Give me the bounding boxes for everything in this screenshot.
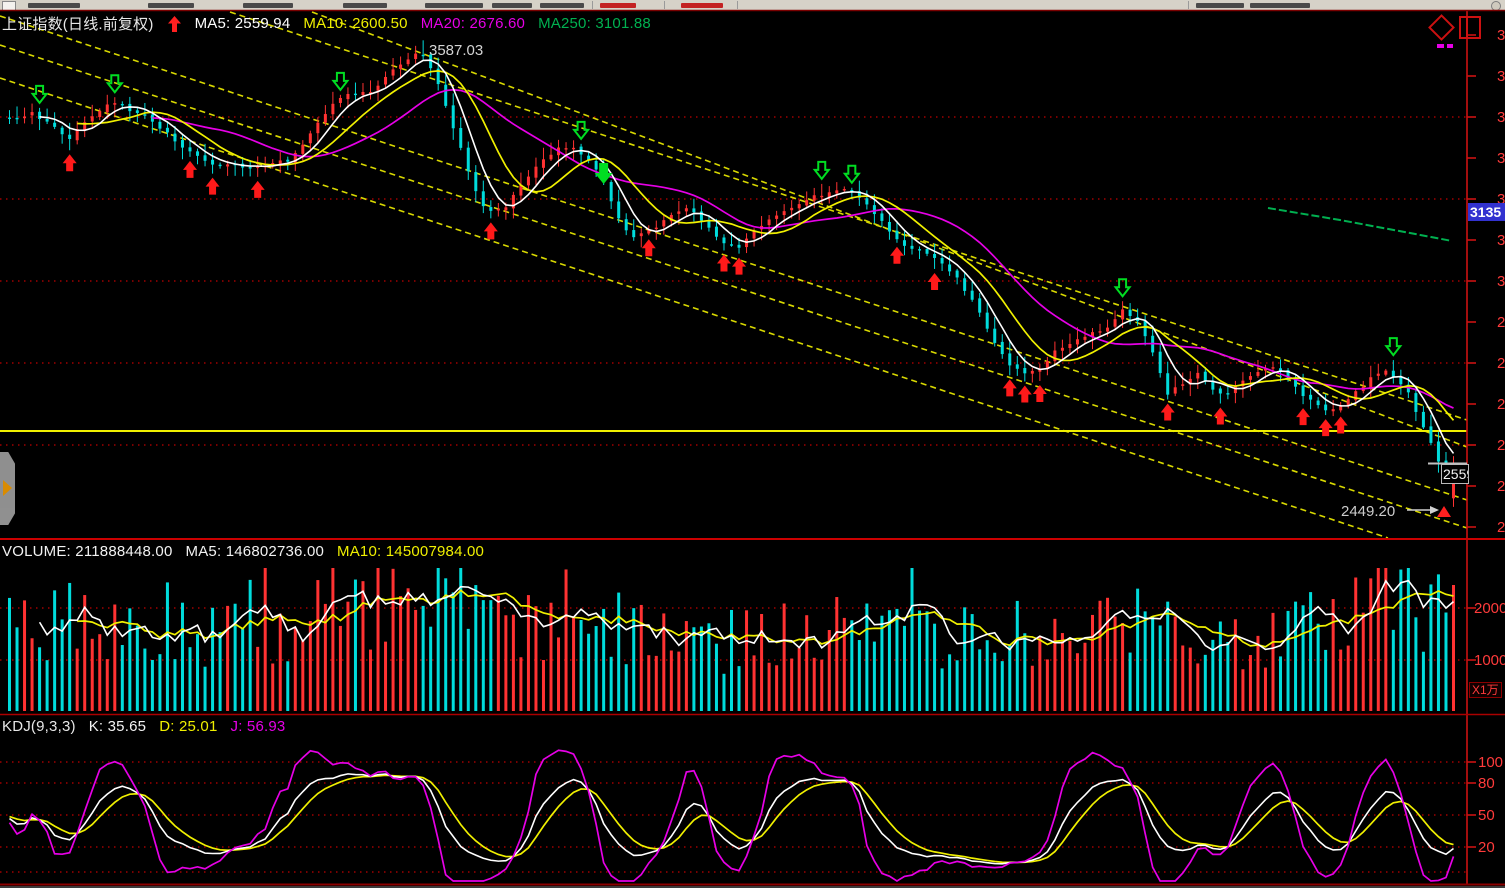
axis-label: 3400 [1497,109,1505,126]
sell-signal-arrow [33,86,47,103]
peak-price-annotation: 3587.03 [429,42,483,59]
main-panel [0,12,1467,538]
main-chart-header: 上证指数(日线.前复权) MA5: 2559.94MA10: 2600.50MA… [2,13,651,34]
sell-signal-arrow [574,122,588,139]
legend-item: MA250: 3101.88 [538,15,651,32]
reference-price-tag: 3135 [1468,203,1505,221]
kdj-header: KDJ(9,3,3) K: 35.65 D: 25.01 J: 56.93 [2,718,285,735]
window-split-icon[interactable] [1459,16,1481,39]
buy-signal-arrow [1033,385,1047,402]
chart-title: 上证指数(日线.前复权) [2,13,154,34]
buy-signal-arrow [928,273,942,290]
axis-label: 2900 [1497,314,1505,331]
buy-signal-arrow [1296,408,1310,425]
chart-canvas[interactable]: 3600350034003300320031003000290028002700… [0,0,1505,888]
buy-signal-arrow [1161,403,1175,420]
stock-trading-app: 3600350034003300320031003000290028002700… [0,0,1505,888]
volume-panel [0,568,1467,712]
buy-signal-arrow [717,254,731,271]
legend-item: J: 56.93 [231,718,286,735]
axis-label: 3100 [1497,232,1505,249]
kdj-legend: K: 35.65 D: 25.01 J: 56.93 [89,718,286,735]
up-arrow-icon [168,16,181,32]
kdj-panel [0,750,1467,881]
buy-signal-arrow [890,247,904,264]
buy-signal-arrow [251,181,265,198]
panel-expand-handle[interactable] [0,452,15,525]
buy-signal-arrow [63,154,77,171]
axis-label: 10000 [1474,652,1505,669]
axis-label: 80 [1478,775,1495,792]
legend-item: MA5: 146802736.00 [186,543,325,560]
buy-signal-arrow [642,239,656,256]
legend-item: MA10: 2600.50 [303,15,407,32]
right-triangle-icon [3,480,12,496]
kdj-indicator-name: KDJ(9,3,3) [2,718,76,735]
sell-signal-arrow [333,73,347,90]
sell-signal-arrow [815,162,829,179]
legend-item: MA5: 2559.94 [195,15,291,32]
buy-signal-arrow [183,161,197,178]
axis-label: 3300 [1497,150,1505,167]
buy-signal-arrow [206,178,220,195]
buy-signal-arrow [484,222,498,239]
axis-label: 3600 [1497,27,1505,44]
legend-item: VOLUME: 211888448.00 [2,543,173,560]
legend-item: MA20: 2676.60 [421,15,525,32]
low-price-annotation: 2449.20 [1341,503,1395,520]
axis-label: 3000 [1497,273,1505,290]
sell-signal-arrow [1116,279,1130,296]
low-marker-triangle [1437,506,1451,517]
ma-legend: MA5: 2559.94 MA10: 2600.50 MA20: 2676.60 MA… [195,15,651,32]
legend-item: MA10: 145007984.00 [337,543,484,560]
axis-label: 20 [1478,839,1495,856]
axis-label: 2600 [1497,437,1505,454]
buy-signal-arrow [1018,385,1032,402]
axis-label: 100 [1478,754,1503,771]
axis-label: 2500 [1497,478,1505,495]
legend-item: K: 35.65 [89,718,146,735]
legend-item: D: 25.01 [159,718,217,735]
volume-unit-label: X1万 [1469,682,1502,698]
axis-label: 50 [1478,807,1495,824]
magenta-dash [1447,44,1453,48]
sell-signal-arrow [845,166,859,183]
sell-signal-arrow [108,75,122,92]
sell-signal-arrow [1386,338,1400,355]
magenta-dash [1437,44,1444,48]
current-price-tag: 2559 [1441,464,1469,484]
axis-label: 2800 [1497,355,1505,372]
buy-signal-arrow [1213,408,1227,425]
axis-label: 20000 [1474,600,1505,617]
axis-label: 2400 [1497,519,1505,536]
buy-signal-arrow [1319,419,1333,436]
volume-header: VOLUME: 211888448.00 MA5: 146802736.00 MA1… [2,543,484,560]
price-axis: 3600350034003300320031003000290028002700… [1467,10,1505,885]
axis-label: 3500 [1497,68,1505,85]
buy-signal-arrow [1003,379,1017,396]
axis-label: 2700 [1497,396,1505,413]
buy-signal-arrow [732,258,746,275]
